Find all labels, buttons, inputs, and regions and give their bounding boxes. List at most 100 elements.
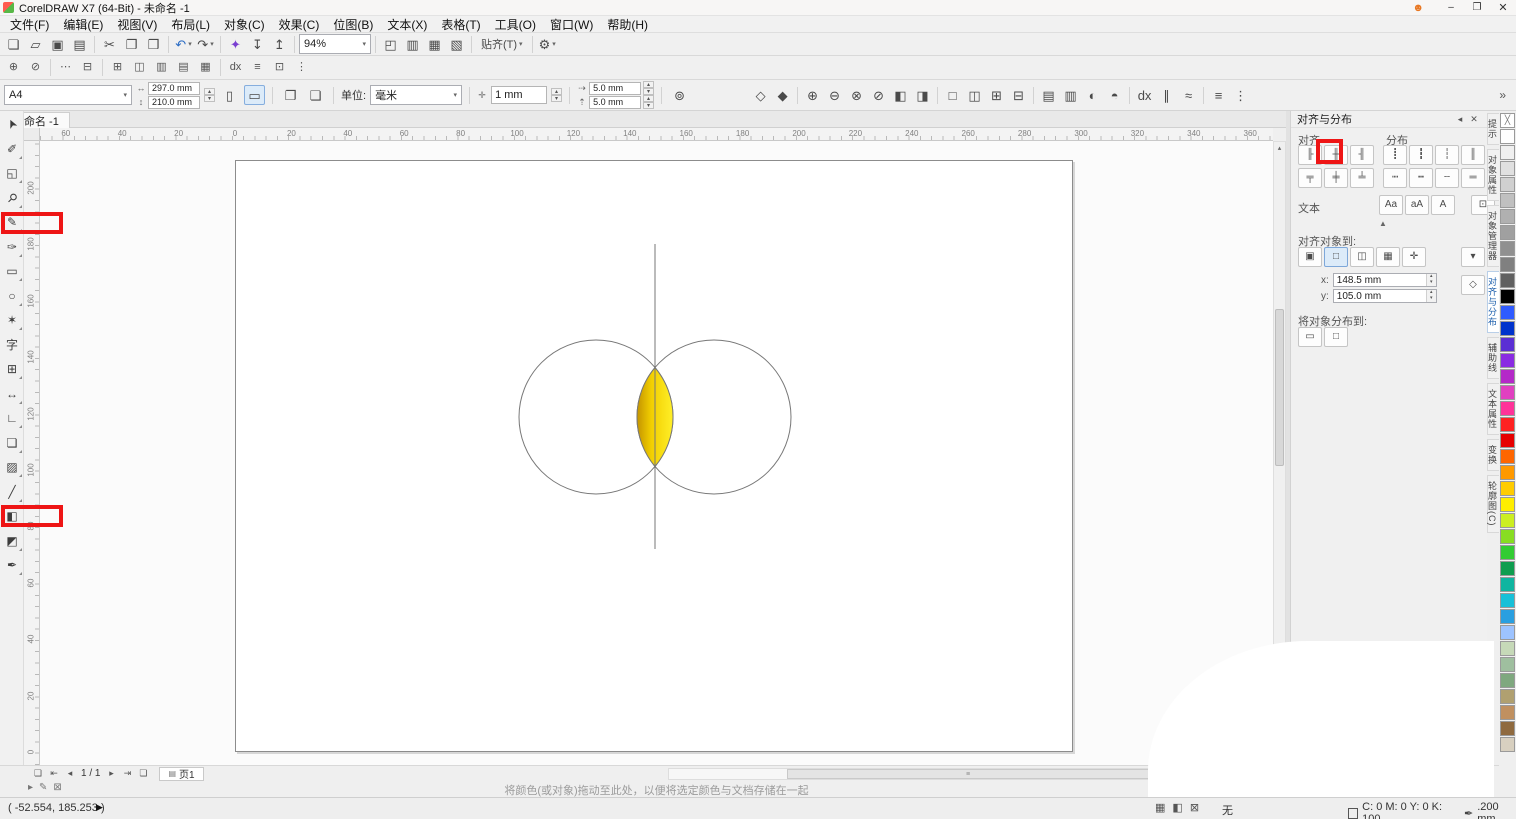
ruler-origin-box[interactable] <box>24 128 40 141</box>
first-page-button[interactable]: ⇤ <box>46 767 62 780</box>
outline-pen-tool[interactable]: ✒ <box>1 553 23 577</box>
layout-icon[interactable]: ◫ <box>129 59 150 77</box>
color-swatch[interactable] <box>1500 593 1515 608</box>
dock-tab-text-properties[interactable]: 文本属性 <box>1487 383 1499 435</box>
nudge-spinner[interactable]: ▴▾ <box>551 88 562 102</box>
color-swatch[interactable] <box>1500 545 1515 560</box>
dock-tab-object-properties[interactable]: 对象属性 <box>1487 149 1499 201</box>
dock-tab-hints[interactable]: 提示 <box>1487 113 1499 145</box>
create-boundary-icon[interactable]: □ <box>942 85 963 105</box>
rows-icon[interactable]: ▤ <box>173 59 194 77</box>
spin-down-icon[interactable]: ▾ <box>551 95 562 102</box>
import-icon[interactable]: ↧ <box>247 34 268 54</box>
color-swatch[interactable] <box>1500 577 1515 592</box>
color-swatch[interactable] <box>1500 529 1515 544</box>
trim-icon[interactable]: ⊖ <box>824 85 845 105</box>
align-right-button[interactable]: ╢ <box>1350 145 1374 165</box>
user-account-icon[interactable]: ☻ <box>1412 2 1424 14</box>
overflow-icon[interactable]: ⋮ <box>291 59 312 77</box>
zoom-level-select[interactable]: 94%▾ <box>299 34 371 54</box>
duplicate-x-spinner[interactable]: ▴▾ <box>643 81 654 95</box>
menu-bitmaps[interactable]: 位图(B) <box>326 16 380 33</box>
shape-tool[interactable]: ✐ <box>1 137 23 161</box>
scroll-up-button[interactable]: ▴ <box>1274 142 1285 154</box>
distribute-extent-selection-button[interactable]: ▭ <box>1298 327 1322 347</box>
enhanced-view-icon[interactable]: ⊟ <box>77 59 98 77</box>
no-color-icon[interactable]: ⊠ <box>1190 801 1199 814</box>
align-to-options-dropdown[interactable]: ▾ <box>1461 247 1485 267</box>
dynamic-guides-icon[interactable]: ≈ <box>1178 85 1199 105</box>
table-tool[interactable]: ⊞ <box>1 357 23 381</box>
color-swatch[interactable] <box>1500 657 1515 672</box>
paper-width-field[interactable]: 297.0 mm <box>148 82 200 95</box>
docker-collapse-icon[interactable]: ◂ <box>1453 114 1467 125</box>
color-swatch[interactable] <box>1500 177 1515 192</box>
distribute-bottom-button[interactable]: ═ <box>1461 168 1485 188</box>
page-view-icon[interactable]: ▦ <box>1155 801 1165 814</box>
color-swatch[interactable] <box>1500 721 1515 736</box>
x-coordinate-input[interactable]: 148.5 mm ▴▾ <box>1333 273 1437 287</box>
wireframe-view-icon[interactable]: ⋯ <box>55 59 76 77</box>
spin-down-icon[interactable]: ▾ <box>643 102 654 109</box>
columns-icon[interactable]: ▥ <box>151 59 172 77</box>
menu-table[interactable]: 表格(T) <box>434 16 487 33</box>
crop-tool[interactable]: ◱ <box>1 161 23 185</box>
dx-distance-icon[interactable]: dx <box>225 59 246 77</box>
alignment-guides-icon[interactable]: ∥ <box>1156 85 1177 105</box>
color-swatch[interactable] <box>1500 433 1515 448</box>
menu-window[interactable]: 窗口(W) <box>543 16 600 33</box>
horizontal-ruler[interactable]: 6040200204060801001201401601802002202402… <box>40 128 1273 141</box>
distribute-spacing-h-button[interactable]: ┆ <box>1435 145 1459 165</box>
color-swatch[interactable] <box>1500 241 1515 256</box>
y-coordinate-input[interactable]: 105.0 mm ▴▾ <box>1333 289 1437 303</box>
color-swatch[interactable] <box>1500 625 1515 640</box>
color-swatch[interactable] <box>1500 129 1515 144</box>
export-icon[interactable]: ↥ <box>269 34 290 54</box>
paper-height-field[interactable]: 210.0 mm <box>148 96 200 109</box>
align-to-active-objects-button[interactable]: ▣ <box>1298 247 1322 267</box>
snap-pixel-icon[interactable]: ⊘ <box>25 59 46 77</box>
undo-icon[interactable]: ↶▾ <box>173 34 194 54</box>
transparency-tool[interactable]: ▨ <box>1 455 23 479</box>
intersect-icon[interactable]: ⊗ <box>846 85 867 105</box>
close-button[interactable]: ✕ <box>1490 1 1516 14</box>
color-swatch[interactable] <box>1500 257 1515 272</box>
redo-icon[interactable]: ↷▾ <box>195 34 216 54</box>
simplify-icon[interactable]: ⊘ <box>868 85 889 105</box>
color-swatch[interactable] <box>1500 225 1515 240</box>
back-minus-front-icon[interactable]: ◨ <box>912 85 933 105</box>
portrait-button[interactable]: ▯ <box>219 85 240 105</box>
dock-tab-align-distribute[interactable]: 对齐与分布 <box>1487 271 1499 333</box>
dimension-tool[interactable]: ↔ <box>1 382 23 406</box>
color-swatch[interactable] <box>1500 209 1515 224</box>
color-swatch[interactable] <box>1500 273 1515 288</box>
macro-2a-icon[interactable]: ◆ <box>772 85 793 105</box>
fullscreen-preview-icon[interactable]: ◰ <box>380 34 401 54</box>
duplicate-y-spinner[interactable]: ▴▾ <box>643 95 654 109</box>
ungroup-icon[interactable]: ⊟ <box>1008 85 1029 105</box>
next-page-button[interactable]: ▸ <box>103 767 119 780</box>
color-swatch[interactable] <box>1500 385 1515 400</box>
menu-effects[interactable]: 效果(C) <box>272 16 327 33</box>
align-first-line-button[interactable]: Aa <box>1379 195 1403 215</box>
spin-up-icon[interactable]: ▴ <box>643 95 654 102</box>
align-last-line-button[interactable]: aA <box>1405 195 1429 215</box>
previous-page-button[interactable]: ◂ <box>62 767 78 780</box>
apply-current-page-button[interactable]: ❏ <box>305 85 326 105</box>
copy-icon[interactable]: ❐ <box>121 34 142 54</box>
color-swatch[interactable] <box>1500 321 1515 336</box>
toolbar-overflow-chevron[interactable]: » <box>1499 88 1506 102</box>
menu-tools[interactable]: 工具(O) <box>488 16 543 33</box>
vertical-scroll-thumb[interactable] <box>1275 309 1284 466</box>
color-swatch[interactable] <box>1500 609 1515 624</box>
docker-section-collapse-arrow[interactable]: ▲ <box>1379 219 1387 228</box>
color-swatch[interactable] <box>1500 641 1515 656</box>
nudge-distance-field[interactable]: 1 mm <box>491 86 547 104</box>
fill-bucket-icon[interactable]: ◧ <box>1172 801 1182 814</box>
color-swatch[interactable] <box>1500 737 1515 752</box>
color-swatch[interactable] <box>1500 481 1515 496</box>
minimize-button[interactable]: – <box>1438 2 1464 13</box>
color-swatch[interactable] <box>1500 289 1515 304</box>
artistic-media-tool[interactable]: ✑ <box>1 235 23 259</box>
align-bottom-button[interactable]: ╧ <box>1350 168 1374 188</box>
